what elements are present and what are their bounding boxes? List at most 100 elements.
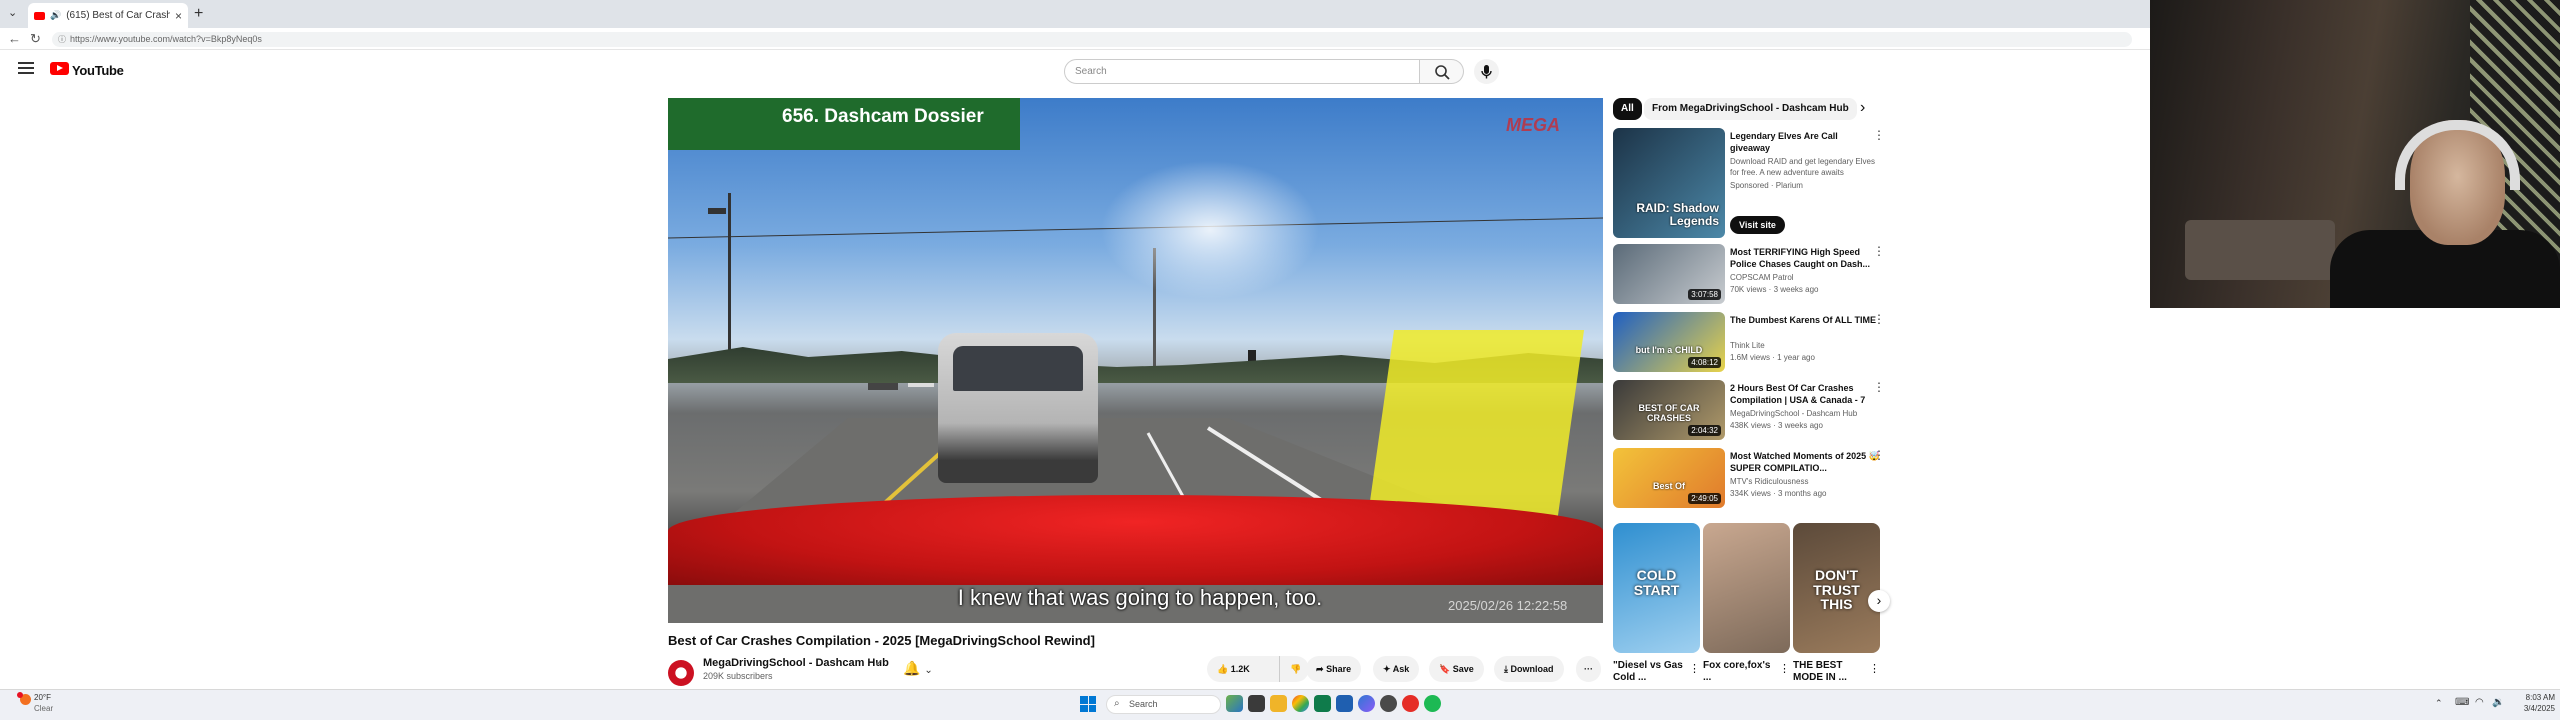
recommended-video-thumbnail[interactable]: BEST OF CAR CRASHES 2:04:32: [1613, 380, 1725, 440]
card-menu-icon[interactable]: ⋮: [1873, 244, 1885, 258]
recommended-video-channel[interactable]: MTV's Ridiculousness: [1730, 476, 1880, 487]
taskbar-task-view-icon[interactable]: [1248, 695, 1265, 712]
download-button[interactable]: ⤓ Download: [1494, 656, 1564, 682]
browser-tab-strip: ⌄ 🔊 (615) Best of Car Crashes Com × +: [0, 0, 2150, 28]
recommended-video-title[interactable]: Legendary Elves Are Call giveaway: [1730, 130, 1880, 154]
youtube-favicon-icon: [34, 11, 45, 20]
short-menu-icon[interactable]: ⋮: [1689, 662, 1700, 675]
save-button[interactable]: 🔖 Save: [1429, 656, 1484, 682]
channel-watermark[interactable]: MEGA: [1506, 115, 1560, 136]
video-caption: I knew that was going to happen, too.: [957, 585, 1323, 610]
weather-description[interactable]: Clear: [34, 704, 53, 713]
new-tab-button[interactable]: +: [194, 5, 203, 23]
share-button[interactable]: ➦ Share: [1306, 656, 1362, 682]
microphone-icon: [1481, 65, 1492, 79]
taskbar-app-dark-icon[interactable]: [1380, 695, 1397, 712]
chip-from-channel[interactable]: From MegaDrivingSchool - Dashcam Hub: [1644, 98, 1857, 120]
chip-all[interactable]: All: [1613, 98, 1642, 120]
thumbs-down-icon: 👎: [1290, 664, 1302, 674]
recommended-video-channel[interactable]: Download RAID and get legendary Elves fo…: [1730, 156, 1880, 178]
like-button[interactable]: 👍 1.2K: [1207, 656, 1279, 682]
recommended-video-thumbnail[interactable]: Best Of 2:49:05: [1613, 448, 1725, 508]
short-title[interactable]: Fox core,fox's ...: [1703, 660, 1773, 684]
tray-date[interactable]: 3/4/2025: [2512, 704, 2555, 713]
recommended-video-title[interactable]: 2 Hours Best Of Car Crashes Compilation …: [1730, 382, 1880, 406]
recommended-video-title[interactable]: The Dumbest Karens Of ALL TIME: [1730, 314, 1880, 326]
thumbs-up-icon: 👍: [1217, 664, 1229, 674]
recommended-video-title[interactable]: Most Watched Moments of 2025 🤯 SUPER COM…: [1730, 450, 1880, 474]
video-duration: 3:07:58: [1688, 289, 1721, 300]
recommended-video-channel[interactable]: Think Lite: [1730, 340, 1880, 351]
short-thumbnail[interactable]: [1703, 523, 1790, 653]
short-menu-icon[interactable]: ⋮: [1779, 662, 1790, 675]
youtube-logo-text[interactable]: YouTube: [72, 63, 124, 78]
taskbar-spotify-icon[interactable]: [1424, 695, 1441, 712]
recommended-video-title[interactable]: Most TERRIFYING High Speed Police Chases…: [1730, 246, 1880, 270]
recommended-video-thumbnail[interactable]: but I'm a CHILD 4:08:12: [1613, 312, 1725, 372]
recommended-video-stats: 438K views · 3 weeks ago: [1730, 421, 1823, 430]
video-duration: 2:04:32: [1688, 425, 1721, 436]
more-actions-button[interactable]: ···: [1576, 656, 1601, 682]
video-title: Best of Car Crashes Compilation - 2025 […: [668, 633, 1095, 648]
hamburger-menu-icon[interactable]: [18, 62, 34, 74]
reload-icon[interactable]: ↻: [30, 31, 41, 47]
recommended-video-stats: 1.6M views · 1 year ago: [1730, 353, 1815, 362]
browser-tab-active[interactable]: 🔊 (615) Best of Car Crashes Com ×: [28, 3, 188, 28]
recommended-video-channel[interactable]: MegaDrivingSchool - Dashcam Hub: [1730, 408, 1880, 419]
taskbar-app-green-icon[interactable]: [1314, 695, 1331, 712]
site-info-icon[interactable]: ⓘ: [58, 32, 66, 47]
back-arrow-icon[interactable]: ←: [8, 31, 21, 46]
short-title[interactable]: "Diesel vs Gas Cold ...: [1613, 660, 1683, 684]
taskbar-chrome-icon[interactable]: [1292, 695, 1309, 712]
short-menu-icon[interactable]: ⋮: [1869, 662, 1880, 675]
start-windows-icon[interactable]: [1080, 696, 1096, 712]
dislike-button[interactable]: 👎: [1279, 656, 1309, 682]
visit-site-button[interactable]: Visit site: [1730, 216, 1785, 234]
tray-chevron-icon[interactable]: ⌃: [2435, 698, 2443, 709]
short-thumbnail[interactable]: COLD START: [1613, 523, 1700, 653]
weather-temperature[interactable]: 20°F: [34, 693, 51, 702]
share-arrow-icon: ➦: [1316, 664, 1324, 674]
search-button[interactable]: [1420, 59, 1464, 84]
taskbar-app-blue-icon[interactable]: [1336, 695, 1353, 712]
short-thumbnail[interactable]: DON'T TRUST THIS: [1793, 523, 1880, 653]
taskbar-app-widget-icon[interactable]: [1226, 695, 1243, 712]
taskbar-search-label: Search: [1129, 699, 1158, 709]
recommended-video-thumbnail[interactable]: 3:07:58: [1613, 244, 1725, 304]
video-duration: 2:49:05: [1688, 493, 1721, 504]
card-menu-icon[interactable]: ⋮: [1873, 448, 1885, 462]
notification-bell-icon[interactable]: 🔔 ⌄: [903, 660, 933, 677]
taskbar-file-explorer-icon[interactable]: [1270, 695, 1287, 712]
channel-avatar[interactable]: [668, 660, 694, 686]
recommended-video-thumbnail[interactable]: RAID: Shadow Legends: [1613, 128, 1725, 238]
card-menu-icon[interactable]: ⋮: [1873, 380, 1885, 394]
thumbnail-text: but I'm a CHILD: [1635, 345, 1703, 356]
tray-time[interactable]: 8:03 AM: [2517, 693, 2555, 702]
chevron-down-icon[interactable]: ⌄: [924, 665, 932, 676]
speaker-icon[interactable]: 🔊: [50, 10, 61, 21]
search-input[interactable]: Search: [1064, 59, 1420, 84]
youtube-logo-icon[interactable]: [50, 62, 69, 75]
url-field[interactable]: ⓘ https://www.youtube.com/watch?v=Bkp8yN…: [52, 32, 2132, 47]
taskbar-search-box[interactable]: ⌕ Search: [1106, 695, 1221, 714]
sky-glare: [1100, 160, 1320, 300]
recommended-video-channel[interactable]: COPSCAM Patrol: [1730, 272, 1880, 283]
shorts-next-button[interactable]: ›: [1868, 590, 1890, 612]
tab-close-icon[interactable]: ×: [175, 9, 182, 23]
thumbnail-text: Best Of: [1652, 481, 1685, 492]
tray-wifi-icon[interactable]: ◠: [2475, 697, 2484, 708]
short-title[interactable]: THE BEST MODE IN ...: [1793, 660, 1863, 684]
verified-check-icon: ✔: [875, 658, 883, 668]
recommended-video-stats: 70K views · 3 weeks ago: [1730, 285, 1819, 294]
taskbar-app-edge-icon[interactable]: [1358, 695, 1375, 712]
chips-next-icon[interactable]: ›: [1860, 99, 1865, 117]
card-menu-icon[interactable]: ⋮: [1873, 128, 1885, 142]
taskbar-app-red-icon[interactable]: [1402, 695, 1419, 712]
channel-name[interactable]: MegaDrivingSchool - Dashcam Hub: [703, 657, 889, 669]
card-menu-icon[interactable]: ⋮: [1873, 312, 1885, 326]
ask-button[interactable]: ✦ Ask: [1373, 656, 1420, 682]
tab-menu-chevron-icon[interactable]: ⌄: [8, 6, 17, 19]
tray-volume-icon[interactable]: 🔉: [2492, 697, 2504, 708]
voice-search-button[interactable]: [1474, 59, 1499, 84]
tray-network-icon[interactable]: ⌨: [2455, 697, 2469, 708]
